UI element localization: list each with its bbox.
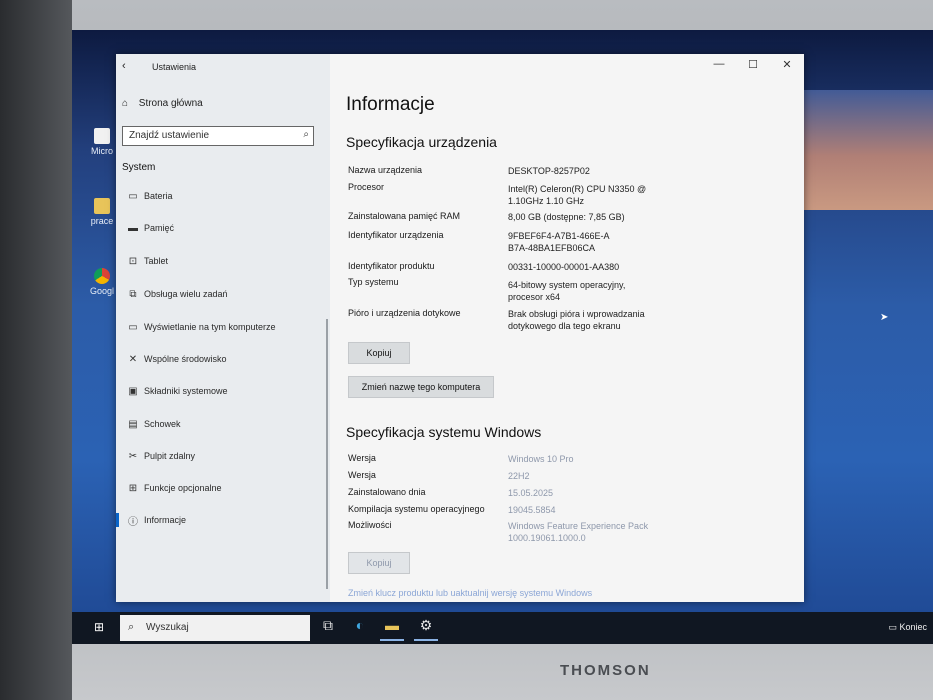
copy-button-2[interactable]: Kopiuj (348, 552, 410, 574)
screen: Micro prace Googl ➤ ‹ Ustawienia ⌂ Stron… (72, 30, 933, 644)
tray-icon: ▭ (888, 622, 900, 632)
folder-icon (94, 198, 110, 214)
wallpaper-sunset (793, 90, 933, 210)
spec-value: DESKTOP-8257P02 (508, 166, 590, 176)
spec-value: 15.05.2025 (508, 488, 554, 498)
chrome-icon (94, 268, 110, 284)
sidebar-item-clipboard[interactable]: ▤ Schowek (122, 414, 322, 434)
remote-desktop-icon: ✂ (128, 450, 138, 462)
maximize-button[interactable]: ☐ (738, 58, 768, 71)
taskbar: ⊞ ⌕ Wyszukaj ⧉ ◐ ▬ ⚙ ▭ Koniec (72, 612, 933, 644)
spec-value: 9FBEF6F4-A7B1-466E-AB7A-48BA1EFB06CA (508, 231, 610, 253)
content-pane: — ☐ ✕ Informacje Specyfikacja urządzenia… (330, 54, 804, 602)
task-view-icon[interactable]: ⧉ (316, 617, 340, 639)
tablet-icon: ⊡ (128, 255, 138, 267)
minimize-button[interactable]: — (704, 58, 734, 70)
mouse-cursor: ➤ (880, 312, 889, 323)
system-components-icon: ▣ (128, 385, 138, 397)
multitasking-icon: ⧉ (129, 288, 137, 300)
sidebar-item-informacje[interactable]: ⓘ Informacje (116, 510, 322, 530)
info-icon: ⓘ (128, 516, 138, 528)
clipboard-icon: ▤ (128, 418, 138, 430)
taskbar-search-input[interactable]: ⌕ Wyszukaj (120, 615, 310, 641)
file-explorer-icon[interactable]: ▬ (380, 617, 404, 641)
storage-icon: ▬ (128, 222, 138, 234)
tray-notification[interactable]: ▭ Koniec (888, 622, 927, 633)
home-icon: ⌂ (122, 98, 129, 109)
windows-spec-heading: Specyfikacja systemu Windows (346, 424, 542, 440)
sidebar-item-pamiec[interactable]: ▬ Pamięć (122, 218, 322, 238)
search-icon[interactable]: ⌕ (303, 129, 309, 140)
spec-value: Intel(R) Celeron(R) CPU N3350 @ 1.10GHz … (508, 184, 647, 206)
section-label: System (122, 162, 156, 173)
taskbar-search-placeholder: Wyszukaj (146, 622, 189, 633)
close-button[interactable]: ✕ (772, 58, 802, 71)
spec-value: Brak obsługi pióra i wprowadzania dotyko… (508, 309, 645, 331)
sidebar-item-optional-features[interactable]: ⊞ Funkcje opcjonalne (122, 478, 322, 498)
start-button[interactable]: ⊞ (94, 620, 108, 634)
spec-value: 64-bitowy system operacyjny, procesor x6… (508, 280, 626, 302)
settings-search-input[interactable]: Znajdź ustawienie ⌕ (122, 126, 314, 146)
sidebar-item-multitasking[interactable]: ⧉ Obsługa wielu zadań (122, 284, 322, 304)
search-placeholder: Znajdź ustawienie (129, 130, 210, 141)
search-icon: ⌕ (128, 621, 135, 633)
sidebar-item-system-components[interactable]: ▣ Składniki systemowe (122, 381, 322, 401)
spec-value: 22H2 (508, 471, 530, 481)
projecting-icon: ▭ (128, 321, 138, 333)
spec-value: Windows 10 Pro (508, 454, 574, 464)
edge-icon[interactable]: ◐ (348, 617, 372, 639)
spec-value: 00331-10000-00001-AA380 (508, 262, 620, 272)
title-bar: ‹ Ustawienia (116, 54, 330, 80)
sidebar-scrollbar[interactable] (326, 319, 328, 589)
change-product-key-link[interactable]: Zmień klucz produktu lub uaktualnij wers… (348, 588, 592, 598)
page-title: Informacje (346, 94, 435, 115)
spec-value: 8,00 GB (dostępne: 7,85 GB) (508, 212, 625, 222)
optional-features-icon: ⊞ (128, 482, 138, 494)
spec-value: 19045.5854 (508, 505, 556, 515)
back-button[interactable]: ‹ (122, 60, 126, 72)
settings-icon[interactable]: ⚙ (414, 617, 438, 641)
laptop-brand-logo: THOMSON (560, 662, 651, 679)
settings-window: ‹ Ustawienia ⌂ Strona główna Znajdź usta… (116, 54, 804, 602)
home-label: Strona główna (138, 98, 203, 109)
photo-background (0, 0, 72, 700)
home-link[interactable]: ⌂ Strona główna (122, 98, 203, 109)
sidebar-item-projecting[interactable]: ▭ Wyświetlanie na tym komputerze (122, 317, 322, 337)
sidebar-item-tablet[interactable]: ⊡ Tablet (122, 251, 322, 271)
device-spec-heading: Specyfikacja urządzenia (346, 134, 497, 150)
sidebar-item-bateria[interactable]: ▭ Bateria (122, 186, 322, 206)
app-title: Ustawienia (152, 62, 197, 72)
microsoft-icon (94, 128, 110, 144)
spec-value: Windows Feature Experience Pack 1000.190… (508, 521, 649, 543)
copy-button[interactable]: Kopiuj (348, 342, 410, 364)
sidebar-item-remote-desktop[interactable]: ✂ Pulpit zdalny (122, 446, 322, 466)
sidebar-item-shared-experiences[interactable]: ✕ Wspólne środowisko (122, 349, 322, 369)
shared-experiences-icon: ✕ (128, 353, 138, 365)
battery-icon: ▭ (128, 190, 138, 202)
sidebar: ‹ Ustawienia ⌂ Strona główna Znajdź usta… (116, 54, 330, 602)
rename-pc-button[interactable]: Zmień nazwę tego komputera (348, 376, 494, 398)
